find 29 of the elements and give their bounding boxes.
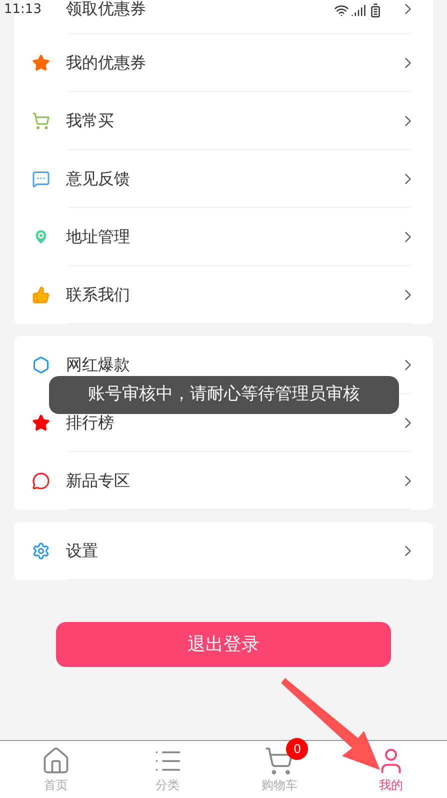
- menu-item-label[interactable]: 设置: [66, 539, 98, 563]
- signal-icon: [351, 2, 366, 18]
- tab-label: 购物车: [261, 776, 298, 794]
- menu-item-label[interactable]: 网红爆款: [66, 353, 130, 377]
- menu-item-label[interactable]: 我常买: [66, 109, 114, 133]
- status-time: 11:13: [4, 1, 42, 20]
- tab-label: 首页: [44, 776, 68, 794]
- star-icon: [32, 54, 50, 72]
- menu-item-label[interactable]: 领取优惠券: [66, 0, 146, 21]
- cart-icon: [32, 112, 50, 130]
- cart-icon: [264, 746, 294, 776]
- menu-item-label[interactable]: 新品专区: [66, 469, 130, 493]
- star-icon: [32, 414, 50, 432]
- wifi-icon: [334, 2, 349, 18]
- tab-label: 分类: [156, 776, 180, 794]
- menu-item-label[interactable]: 联系我们: [66, 283, 130, 307]
- count-badge: 0: [286, 738, 308, 760]
- chat-bubble-icon: [32, 472, 50, 490]
- menu-item-label[interactable]: 排行榜: [66, 411, 114, 435]
- menu-item-label[interactable]: 我的优惠券: [66, 51, 146, 75]
- menu-item-label[interactable]: 地址管理: [66, 225, 130, 249]
- menu-item-label[interactable]: 意见反馈: [66, 167, 130, 191]
- chat-icon: [32, 170, 50, 188]
- hexagon-icon: [32, 356, 50, 374]
- thumbs-up-icon: [32, 286, 50, 304]
- toast: 账号审核中，请耐心等待管理员审核: [49, 376, 399, 414]
- settings-icon: [32, 542, 50, 560]
- tab-label: 我的: [379, 776, 404, 794]
- battery-icon: [368, 2, 383, 18]
